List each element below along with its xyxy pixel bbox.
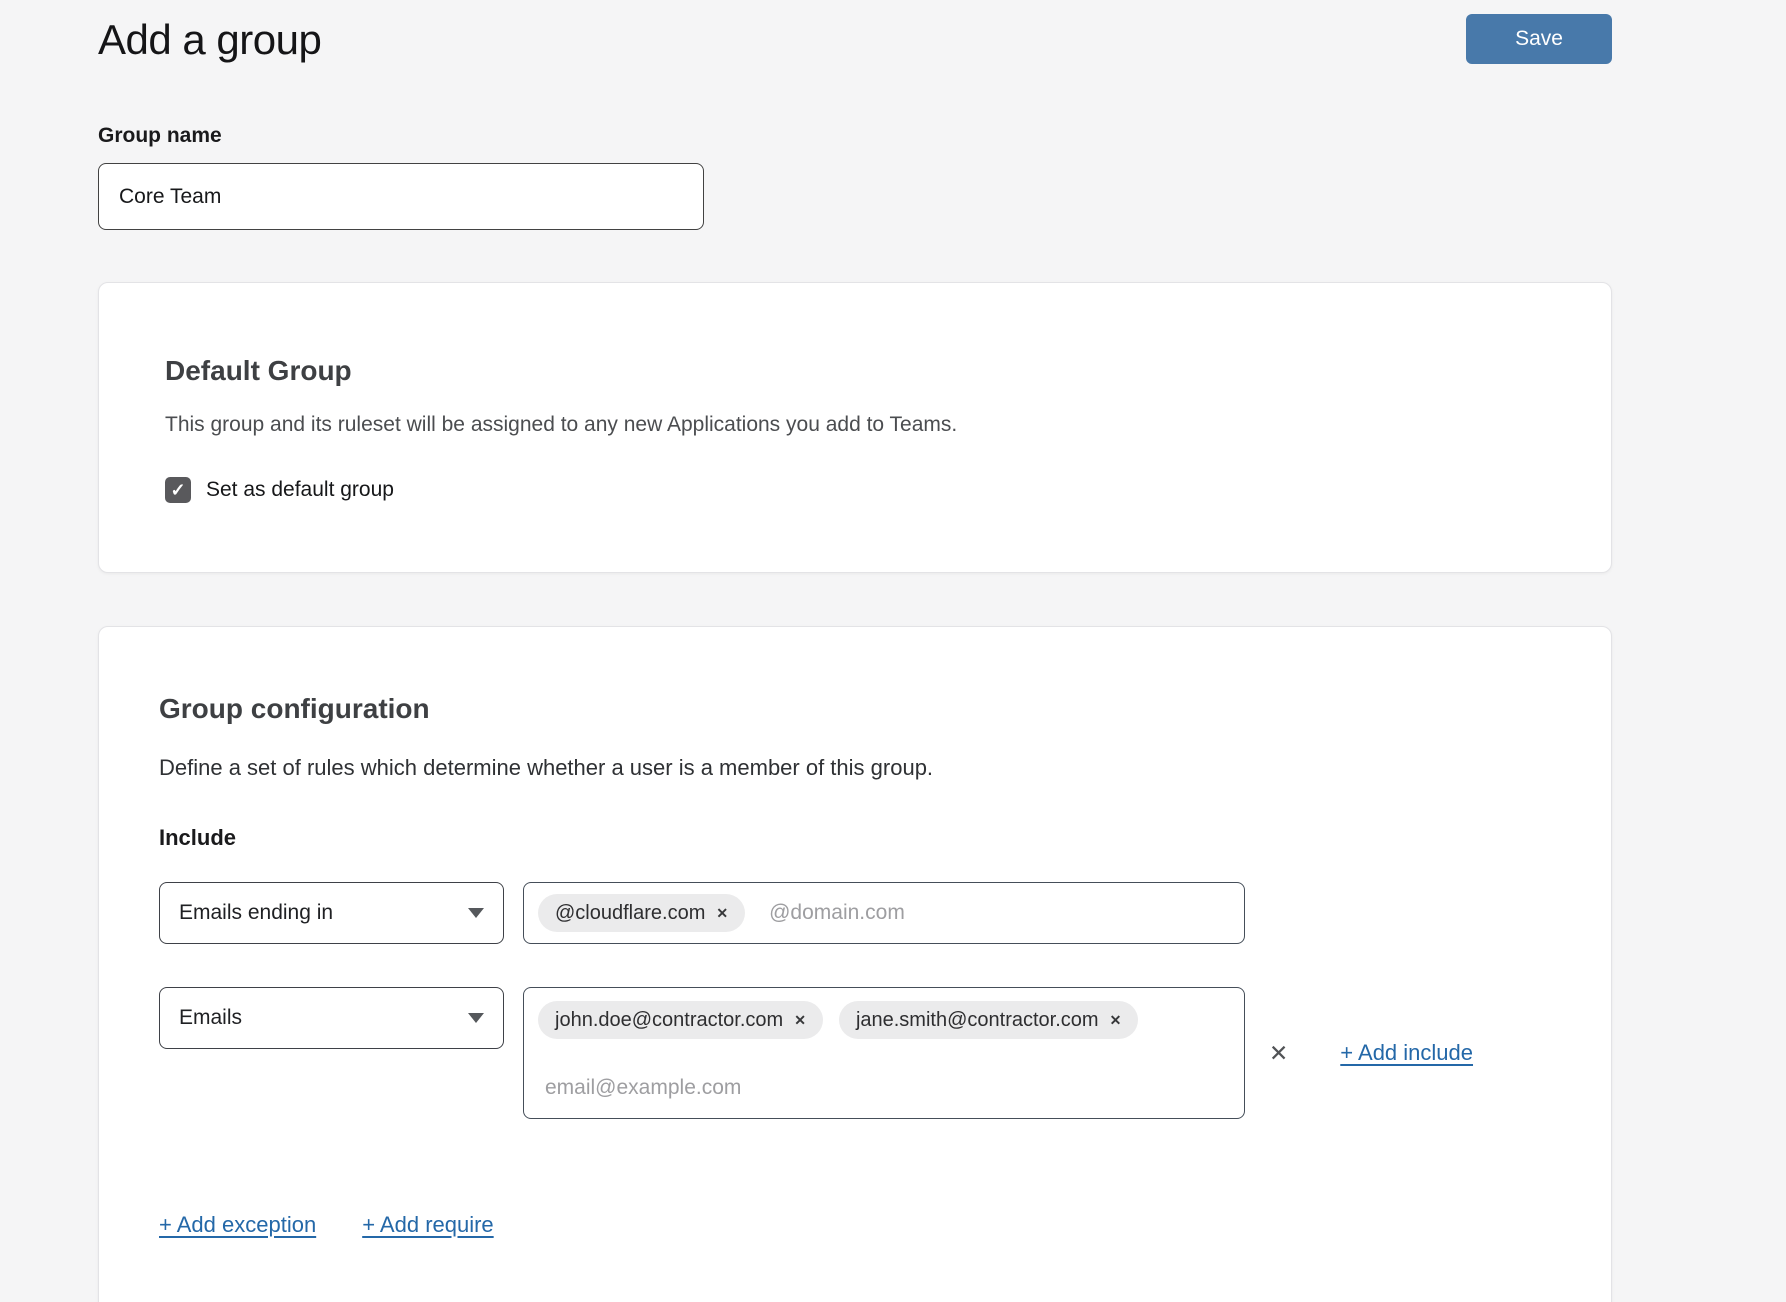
email-domain-tag: @cloudflare.com ✕: [538, 894, 745, 932]
group-configuration-description: Define a set of rules which determine wh…: [159, 755, 1551, 781]
rule-type-select-2[interactable]: Emails: [159, 987, 504, 1049]
chevron-down-icon: [468, 1013, 484, 1023]
page-title: Add a group: [98, 14, 321, 64]
page-header: Add a group Save: [0, 0, 1786, 64]
include-rule-row-2: Emails john.doe@contractor.com ✕ jane.sm…: [159, 987, 1551, 1119]
save-button[interactable]: Save: [1466, 14, 1612, 64]
rule-value-input-2[interactable]: john.doe@contractor.com ✕ jane.smith@con…: [523, 987, 1245, 1119]
email-tag: jane.smith@contractor.com ✕: [839, 1001, 1138, 1039]
include-label: Include: [159, 825, 1551, 851]
rule-type-select-2-value: Emails: [179, 1006, 242, 1030]
remove-rule-icon[interactable]: ✕: [1269, 1040, 1288, 1067]
group-name-label: Group name: [98, 124, 1786, 148]
tag-remove-icon[interactable]: ✕: [794, 1012, 806, 1029]
email-entry-input[interactable]: [538, 1076, 1230, 1100]
rule-type-select-1-value: Emails ending in: [179, 901, 333, 925]
rule-type-select-1[interactable]: Emails ending in: [159, 882, 504, 944]
rule-links-row: + Add exception + Add require: [159, 1212, 1551, 1238]
group-name-input[interactable]: [98, 163, 704, 230]
default-group-card: Default Group This group and its ruleset…: [98, 282, 1612, 573]
set-default-group-checkbox[interactable]: ✓ Set as default group: [165, 477, 1545, 503]
rule-value-input-1[interactable]: @cloudflare.com ✕: [523, 882, 1245, 944]
add-exception-link[interactable]: + Add exception: [159, 1212, 316, 1238]
default-group-title: Default Group: [165, 355, 1545, 387]
tag-remove-icon[interactable]: ✕: [1110, 1012, 1122, 1029]
group-name-section: Group name: [98, 124, 1786, 230]
group-configuration-card: Group configuration Define a set of rule…: [98, 626, 1612, 1302]
checkbox-checked-icon[interactable]: ✓: [165, 477, 191, 503]
tag-label: john.doe@contractor.com: [555, 1009, 783, 1032]
add-require-link[interactable]: + Add require: [362, 1212, 493, 1238]
email-tags-line: john.doe@contractor.com ✕ jane.smith@con…: [538, 1001, 1230, 1039]
tag-label: @cloudflare.com: [555, 902, 705, 925]
set-default-group-label: Set as default group: [206, 478, 394, 502]
group-configuration-title: Group configuration: [159, 693, 1551, 725]
domain-entry-input[interactable]: [769, 901, 1230, 925]
include-rule-row-1: Emails ending in @cloudflare.com ✕: [159, 882, 1551, 944]
check-icon: ✓: [170, 480, 185, 501]
tag-remove-icon[interactable]: ✕: [716, 905, 728, 922]
default-group-description: This group and its ruleset will be assig…: [165, 413, 1545, 437]
chevron-down-icon: [468, 908, 484, 918]
email-tag: john.doe@contractor.com ✕: [538, 1001, 823, 1039]
add-include-link[interactable]: + Add include: [1340, 1040, 1473, 1066]
tag-label: jane.smith@contractor.com: [856, 1009, 1099, 1032]
